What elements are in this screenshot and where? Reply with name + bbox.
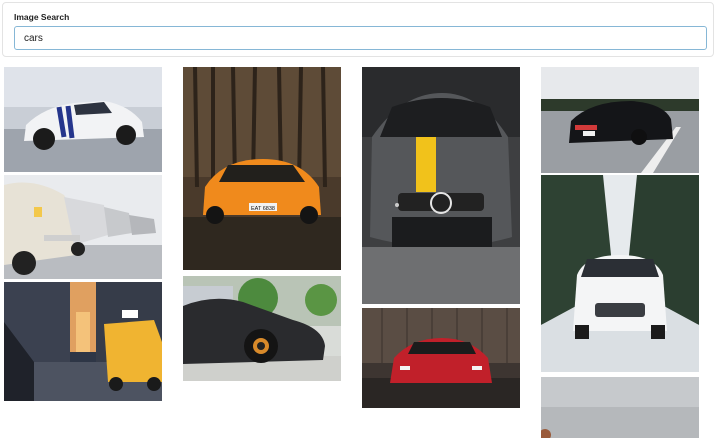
license-plate-text: EAT 6838 xyxy=(251,206,275,212)
image-result-grey-sedan-yellow-stripe[interactable] xyxy=(362,67,520,304)
search-input[interactable] xyxy=(14,26,707,50)
image-result-city-sunset-taxi[interactable] xyxy=(4,282,162,401)
image-result-partial[interactable] xyxy=(541,377,699,438)
search-panel: Image Search xyxy=(2,2,714,57)
search-label: Image Search xyxy=(14,12,70,22)
image-result-red-supercar[interactable] xyxy=(362,308,520,408)
image-result-orange-supercar-forest[interactable]: EAT 6838 xyxy=(183,67,341,270)
image-result-white-sports-car[interactable] xyxy=(4,67,162,172)
image-result-black-supercar-side[interactable] xyxy=(183,276,341,381)
image-result-vintage-cars-row[interactable] xyxy=(4,175,162,279)
image-result-black-car-highway[interactable] xyxy=(541,67,699,173)
image-result-white-suv-snow[interactable] xyxy=(541,175,699,372)
